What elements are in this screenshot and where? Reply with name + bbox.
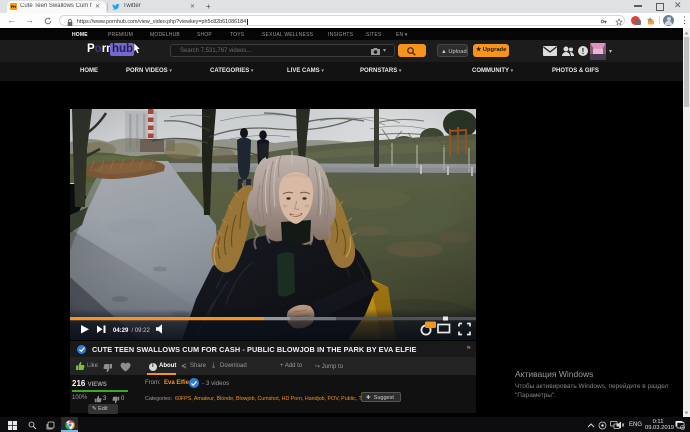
svg-text:/ 09:22: / 09:22 [132, 328, 151, 334]
svg-text:04:29: 04:29 [113, 328, 129, 334]
